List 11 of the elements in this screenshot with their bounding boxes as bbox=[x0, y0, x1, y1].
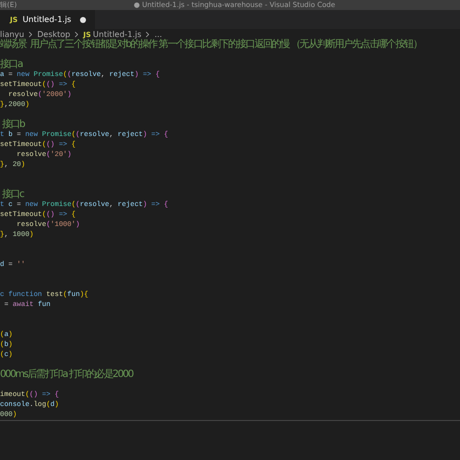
code-comment: 000ms后需打印a 打印的必是2000 bbox=[0, 369, 133, 380]
code-comment: 接口b bbox=[0, 119, 24, 130]
code-comment: 端场景 用户点了三个按钮都是对b的操作 第一个接口比剩下的接口返回的慢 （无从判断用户先点击哪个按钮） bbox=[0, 39, 422, 50]
unsaved-dot-icon[interactable] bbox=[80, 16, 86, 23]
breadcrumb-item[interactable]: Desktop bbox=[37, 30, 70, 40]
code-comment: 接口c bbox=[0, 189, 24, 200]
tab-label: Untitled-1.js bbox=[22, 15, 72, 24]
breadcrumb-item[interactable]: Untitled-1.js bbox=[92, 30, 142, 40]
breadcrumb-item[interactable]: ... bbox=[154, 30, 162, 40]
code-comment: 接口a bbox=[0, 59, 22, 70]
breadcrumb-item[interactable]: lianyu bbox=[0, 30, 24, 40]
